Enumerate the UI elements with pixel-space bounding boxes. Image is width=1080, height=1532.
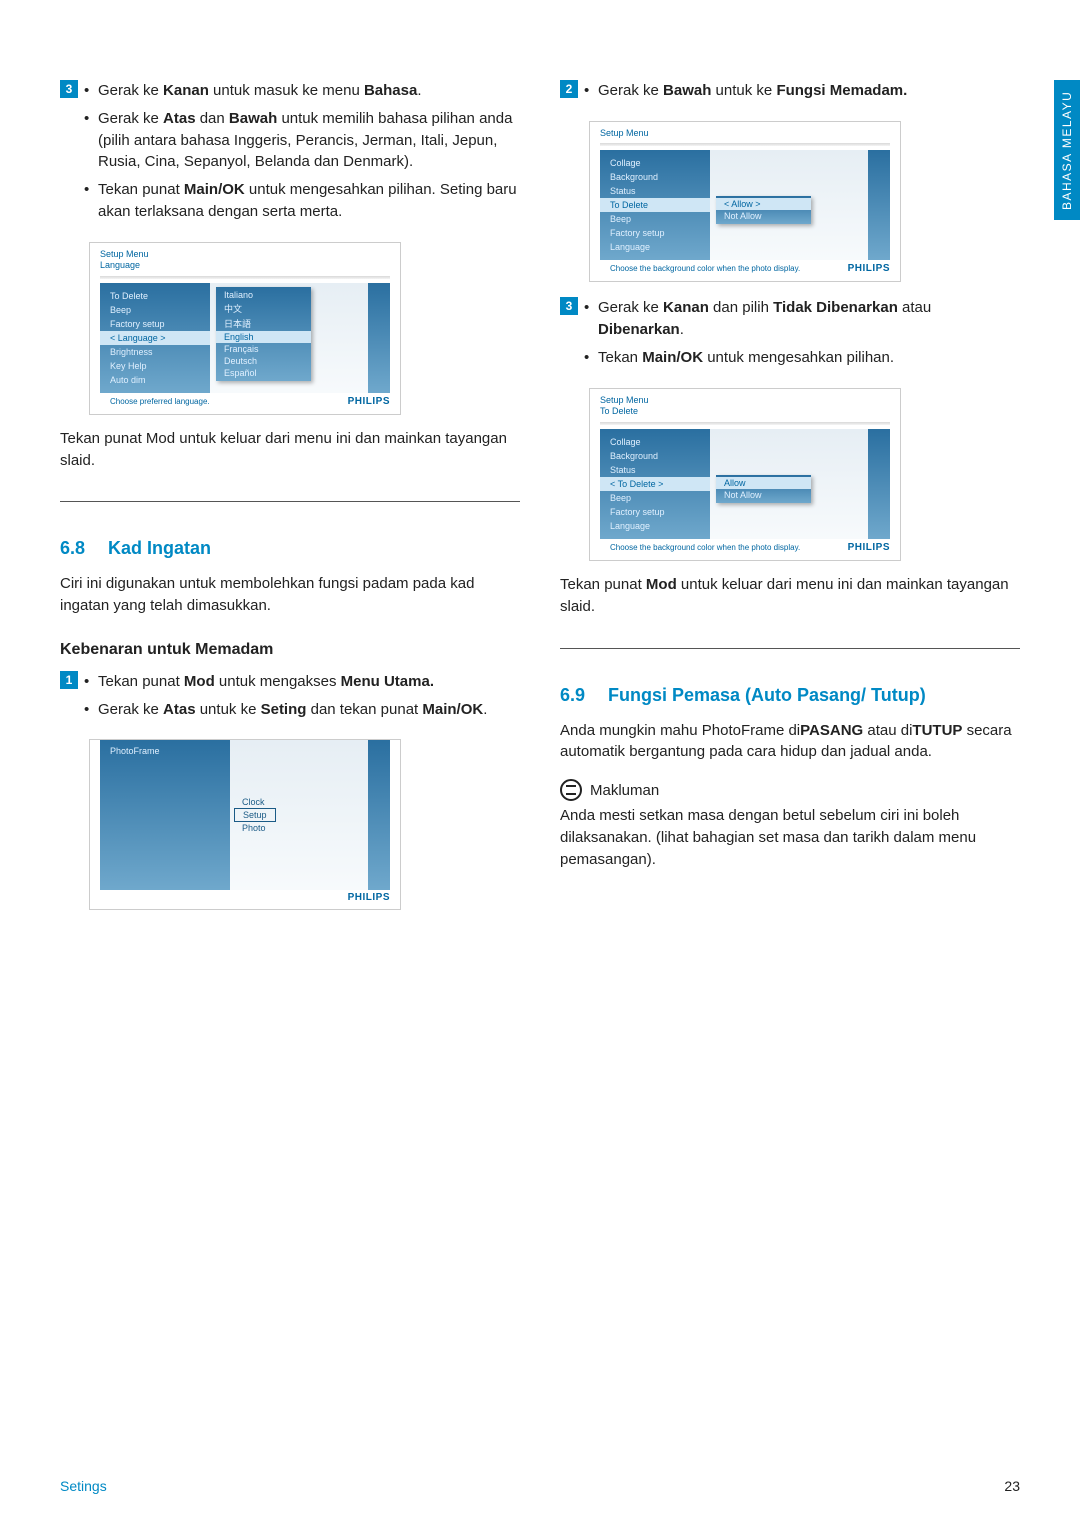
menu-item: Key Help <box>100 359 210 373</box>
breadcrumb-2: To Delete <box>600 406 890 418</box>
screen-caption: Choose the background color when the pho… <box>600 262 810 275</box>
note-label: Makluman <box>590 782 659 799</box>
menu-item: 日本語 <box>216 316 311 331</box>
section-6-9-heading: 6.9Fungsi Pemasa (Auto Pasang/ Tutup) <box>560 685 1020 706</box>
menu-item: Language <box>600 240 710 254</box>
step3-bullet-1: Gerak ke Kanan untuk masuk ke menu Bahas… <box>84 80 520 102</box>
breadcrumb-1: Setup Menu <box>600 128 890 140</box>
section-6-9-body: Anda mungkin mahu PhotoFrame diPASANG at… <box>560 720 1020 764</box>
step-badge-3: 3 <box>60 80 78 98</box>
section-divider <box>60 501 520 502</box>
menu-item: Clock <box>234 796 273 808</box>
section-6-8-body: Ciri ini digunakan untuk membolehkan fun… <box>60 573 520 617</box>
section-6-8-heading: 6.8Kad Ingatan <box>60 538 520 559</box>
menu-item: Deutsch <box>216 355 311 367</box>
menu-item: Photo <box>234 822 274 834</box>
menu-item: < Language > <box>100 331 210 345</box>
menu-item: Beep <box>600 212 710 226</box>
menu-item: Auto dim <box>100 373 210 387</box>
menu-item: Setup <box>234 808 276 822</box>
step3r-bullet-1: Gerak ke Kanan dan pilih Tidak Dibenarka… <box>584 297 1020 341</box>
menu-item: Status <box>600 463 710 477</box>
menu-item: < To Delete > <box>600 477 710 491</box>
breadcrumb-pf: PhotoFrame <box>110 746 220 756</box>
page-footer: Setings 23 <box>60 1478 1020 1494</box>
menu-item: Brightness <box>100 345 210 359</box>
menu-item: Language <box>600 519 710 533</box>
step-1: 1 Tekan punat Mod untuk mengakses Menu U… <box>60 671 520 727</box>
menu-item: To Delete <box>100 289 210 303</box>
menu-item: Factory setup <box>600 505 710 519</box>
menu-item: Background <box>600 170 710 184</box>
menu-item: Collage <box>600 435 710 449</box>
menu-item: Not Allow <box>716 210 811 222</box>
language-side-tab: BAHASA MELAYU <box>1054 80 1080 220</box>
menu-item: English <box>216 331 311 343</box>
menu-item: Status <box>600 184 710 198</box>
philips-logo: PHILIPS <box>348 892 390 903</box>
screenshot-language-menu: Setup Menu Language To DeleteBeepFactory… <box>90 243 400 414</box>
philips-logo: PHILIPS <box>348 396 390 407</box>
menu-item: Beep <box>100 303 210 317</box>
screenshot-delete-menu-2: Setup Menu To Delete CollageBackgroundSt… <box>590 389 900 560</box>
note-icon <box>560 779 582 801</box>
right-column: 2 Gerak ke Bawah untuk ke Fungsi Memadam… <box>560 80 1020 923</box>
breadcrumb-1: Setup Menu <box>100 249 390 261</box>
menu-item: Italiano <box>216 289 311 301</box>
menu-item: < Allow > <box>716 198 811 210</box>
menu-item: Allow <box>716 477 811 489</box>
note-heading: Makluman <box>560 779 1020 801</box>
menu-item: Not Allow <box>716 489 811 501</box>
step3-bullet-2: Gerak ke Atas dan Bawah untuk memilih ba… <box>84 108 520 173</box>
after-delete-text: Tekan punat Mod untuk keluar dari menu i… <box>560 574 1020 618</box>
philips-logo: PHILIPS <box>848 263 890 274</box>
breadcrumb-2: Language <box>100 260 390 272</box>
page-content: 3 Gerak ke Kanan untuk masuk ke menu Bah… <box>0 0 1080 963</box>
menu-item: Collage <box>600 156 710 170</box>
left-column: 3 Gerak ke Kanan untuk masuk ke menu Bah… <box>60 80 520 923</box>
menu-item: Beep <box>600 491 710 505</box>
note-body: Anda mesti setkan masa dengan betul sebe… <box>560 805 1020 870</box>
after-lang-text: Tekan punat Mod untuk keluar dari menu i… <box>60 428 520 472</box>
menu-item: Français <box>216 343 311 355</box>
menu-item: 中文 <box>216 301 311 316</box>
menu-item: Factory setup <box>100 317 210 331</box>
menu-item: To Delete <box>600 198 710 212</box>
breadcrumb-1: Setup Menu <box>600 395 890 407</box>
menu-item: Español <box>216 367 311 379</box>
section-divider <box>560 648 1020 649</box>
step-badge-1: 1 <box>60 671 78 689</box>
step3r-bullet-2: Tekan Main/OK untuk mengesahkan pilihan. <box>584 347 1020 369</box>
step-badge-2: 2 <box>560 80 578 98</box>
step3-bullet-3: Tekan punat Main/OK untuk mengesahkan pi… <box>84 179 520 223</box>
step-badge-3: 3 <box>560 297 578 315</box>
step-3-right: 3 Gerak ke Kanan dan pilih Tidak Dibenar… <box>560 297 1020 374</box>
step-3-left: 3 Gerak ke Kanan untuk masuk ke menu Bah… <box>60 80 520 229</box>
screen-caption: Choose preferred language. <box>100 395 220 408</box>
screenshot-delete-menu-1: Setup Menu CollageBackgroundStatusTo Del… <box>590 122 900 282</box>
screenshot-main-menu: PhotoFrame ClockSetupPhoto PHILIPS <box>90 740 400 909</box>
subheading-kebenaran: Kebenaran untuk Memadam <box>60 641 520 659</box>
philips-logo: PHILIPS <box>848 542 890 553</box>
step1-bullet-2: Gerak ke Atas untuk ke Seting dan tekan … <box>84 699 520 721</box>
footer-section-name: Setings <box>60 1478 107 1494</box>
menu-item: Background <box>600 449 710 463</box>
step-2: 2 Gerak ke Bawah untuk ke Fungsi Memadam… <box>560 80 1020 108</box>
step1-bullet-1: Tekan punat Mod untuk mengakses Menu Uta… <box>84 671 520 693</box>
step2-bullet-1: Gerak ke Bawah untuk ke Fungsi Memadam. <box>584 80 1020 102</box>
menu-item: Factory setup <box>600 226 710 240</box>
screen-caption: Choose the background color when the pho… <box>600 541 810 554</box>
page-number: 23 <box>1004 1478 1020 1494</box>
